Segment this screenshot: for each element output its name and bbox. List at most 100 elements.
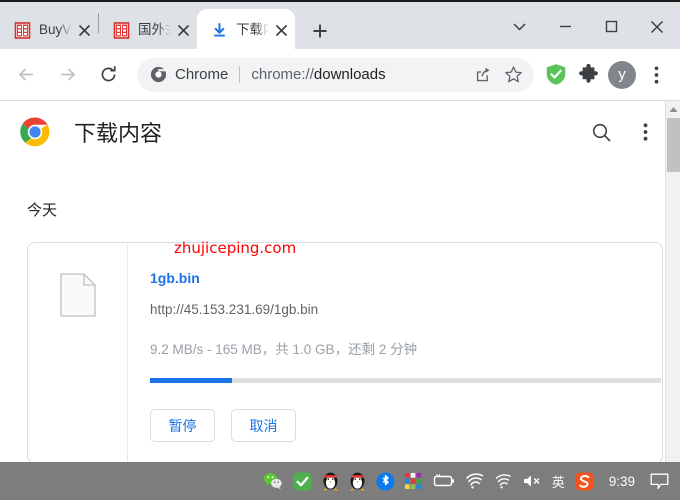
three-dot-menu-icon	[654, 65, 658, 84]
tab-strip: BuyVM	[0, 0, 680, 51]
profile-avatar[interactable]: y	[608, 60, 636, 89]
scroll-up-arrow-icon	[669, 107, 678, 112]
back-arrow-icon	[18, 68, 33, 81]
tray-sogou-input[interactable]	[570, 462, 599, 500]
downloads-search-button[interactable]	[584, 115, 618, 149]
plus-icon	[313, 24, 327, 38]
browser-tab-0[interactable]: BuyVM	[0, 9, 98, 51]
tab-close-1[interactable]	[173, 20, 193, 40]
green-check-icon	[293, 472, 312, 490]
download-item-details: zhujiceping.com 1gb.bin http://45.153.23…	[128, 239, 662, 462]
watermark-text: zhujiceping.com	[174, 239, 297, 257]
tray-qq-2[interactable]	[344, 462, 371, 500]
download-action-buttons: 暂停 取消	[150, 409, 662, 442]
tab-title-1: 国外主	[138, 22, 171, 37]
share-icon	[476, 67, 490, 81]
ime-label: 英	[551, 474, 565, 490]
adguard-extension-button[interactable]	[540, 59, 572, 91]
window-controls	[496, 4, 680, 49]
extensions-button[interactable]	[572, 59, 604, 91]
omnibox-chip-label: Chrome	[175, 66, 229, 83]
download-status-text: 9.2 MB/s - 165 MB，共 1.0 GB，还剩 2 分钟	[150, 341, 418, 357]
maximize-button[interactable]	[588, 4, 634, 49]
speaker-muted-icon	[523, 475, 540, 487]
forward-button[interactable]	[49, 57, 85, 93]
address-bar[interactable]: Chrome chrome://downloads	[137, 57, 534, 92]
wifi-icon	[465, 473, 484, 489]
browser-window: BuyVM	[0, 0, 680, 500]
url-path: downloads	[313, 66, 386, 83]
download-file-icon-area	[28, 243, 128, 462]
generic-file-icon	[59, 273, 96, 317]
downloads-menu-button[interactable]	[628, 115, 662, 149]
browser-tab-2-active[interactable]: 下载内	[197, 9, 295, 51]
red-seal-favicon-2	[113, 21, 130, 39]
browser-menu-button[interactable]	[640, 59, 672, 91]
download-blue-icon	[214, 22, 225, 36]
search-icon	[592, 123, 611, 142]
wifi-signal-icon	[495, 474, 511, 489]
tray-wechat[interactable]	[258, 462, 288, 500]
tray-qq-1[interactable]	[317, 462, 344, 500]
battery-icon	[433, 474, 454, 487]
minimize-button[interactable]	[542, 4, 588, 49]
tray-green-check[interactable]	[288, 462, 317, 500]
taskbar-clock[interactable]: 9:39	[599, 474, 645, 489]
url-scheme: chrome://	[251, 66, 314, 83]
qq-penguin-icon	[323, 472, 338, 491]
tabs-area: BuyVM	[0, 4, 337, 51]
star-icon	[504, 66, 522, 83]
omnibox-url: chrome://downloads	[251, 66, 468, 83]
tab-title-0: BuyVM	[39, 22, 72, 37]
reload-icon	[101, 66, 116, 82]
tray-battery[interactable]	[426, 462, 460, 500]
maximize-icon	[605, 20, 617, 33]
three-dot-menu-icon	[643, 123, 647, 141]
download-progress-fill	[150, 378, 232, 383]
browser-tab-1[interactable]: 国外主	[99, 9, 197, 51]
page-title: 下载内容	[74, 121, 163, 146]
tray-bluetooth[interactable]	[371, 462, 400, 500]
tab-title-2: 下载内	[236, 22, 269, 37]
tab-search-button[interactable]	[496, 4, 542, 49]
pause-button[interactable]: 暂停	[150, 409, 215, 442]
chrome-product-icon	[150, 66, 167, 83]
new-tab-button[interactable]	[303, 14, 337, 48]
bluetooth-icon	[376, 472, 395, 490]
tray-ime-indicator[interactable]: 英	[547, 462, 570, 500]
scroll-up-button[interactable]	[666, 101, 680, 118]
tab-close-0[interactable]	[74, 20, 94, 40]
omnibox-divider	[239, 66, 241, 83]
color-squares-icon	[404, 473, 421, 489]
wechat-icon	[263, 473, 282, 490]
notification-bubble-icon	[650, 473, 669, 489]
page-scrollbar[interactable]	[665, 101, 680, 462]
tray-wifi-signal[interactable]	[490, 462, 517, 500]
close-window-button[interactable]	[634, 4, 680, 49]
cancel-button[interactable]: 取消	[231, 409, 296, 442]
tray-speaker-muted[interactable]	[517, 462, 547, 500]
tray-notifications[interactable]	[645, 462, 674, 500]
download-file-name[interactable]: 1gb.bin	[150, 271, 662, 285]
sogou-logo-icon	[575, 472, 594, 490]
qq-penguin-icon-2	[350, 472, 365, 491]
scrollbar-thumb[interactable]	[667, 118, 680, 172]
downloads-page: 下载内容 今天 zhujiceping.com 1gb.bin http://4…	[0, 101, 680, 462]
forward-arrow-icon	[60, 68, 75, 81]
downloads-day-heading: 今天	[27, 202, 58, 219]
downloads-list: 今天 zhujiceping.com 1gb.bin http://45.153…	[0, 163, 665, 462]
close-icon	[275, 24, 287, 36]
chrome-logo-icon	[20, 117, 50, 147]
tray-color-squares[interactable]	[400, 462, 426, 500]
close-icon	[650, 20, 664, 33]
reload-button[interactable]	[90, 57, 126, 93]
download-progress-bar	[150, 378, 661, 383]
bookmark-button[interactable]	[498, 60, 528, 90]
tab-close-2[interactable]	[271, 20, 291, 40]
back-button[interactable]	[8, 57, 44, 93]
tray-wifi[interactable]	[460, 462, 490, 500]
download-item-card[interactable]: zhujiceping.com 1gb.bin http://45.153.23…	[27, 239, 663, 462]
download-source-url: http://45.153.231.69/1gb.bin	[150, 302, 319, 317]
red-seal-favicon	[14, 21, 31, 39]
share-button[interactable]	[468, 60, 498, 90]
